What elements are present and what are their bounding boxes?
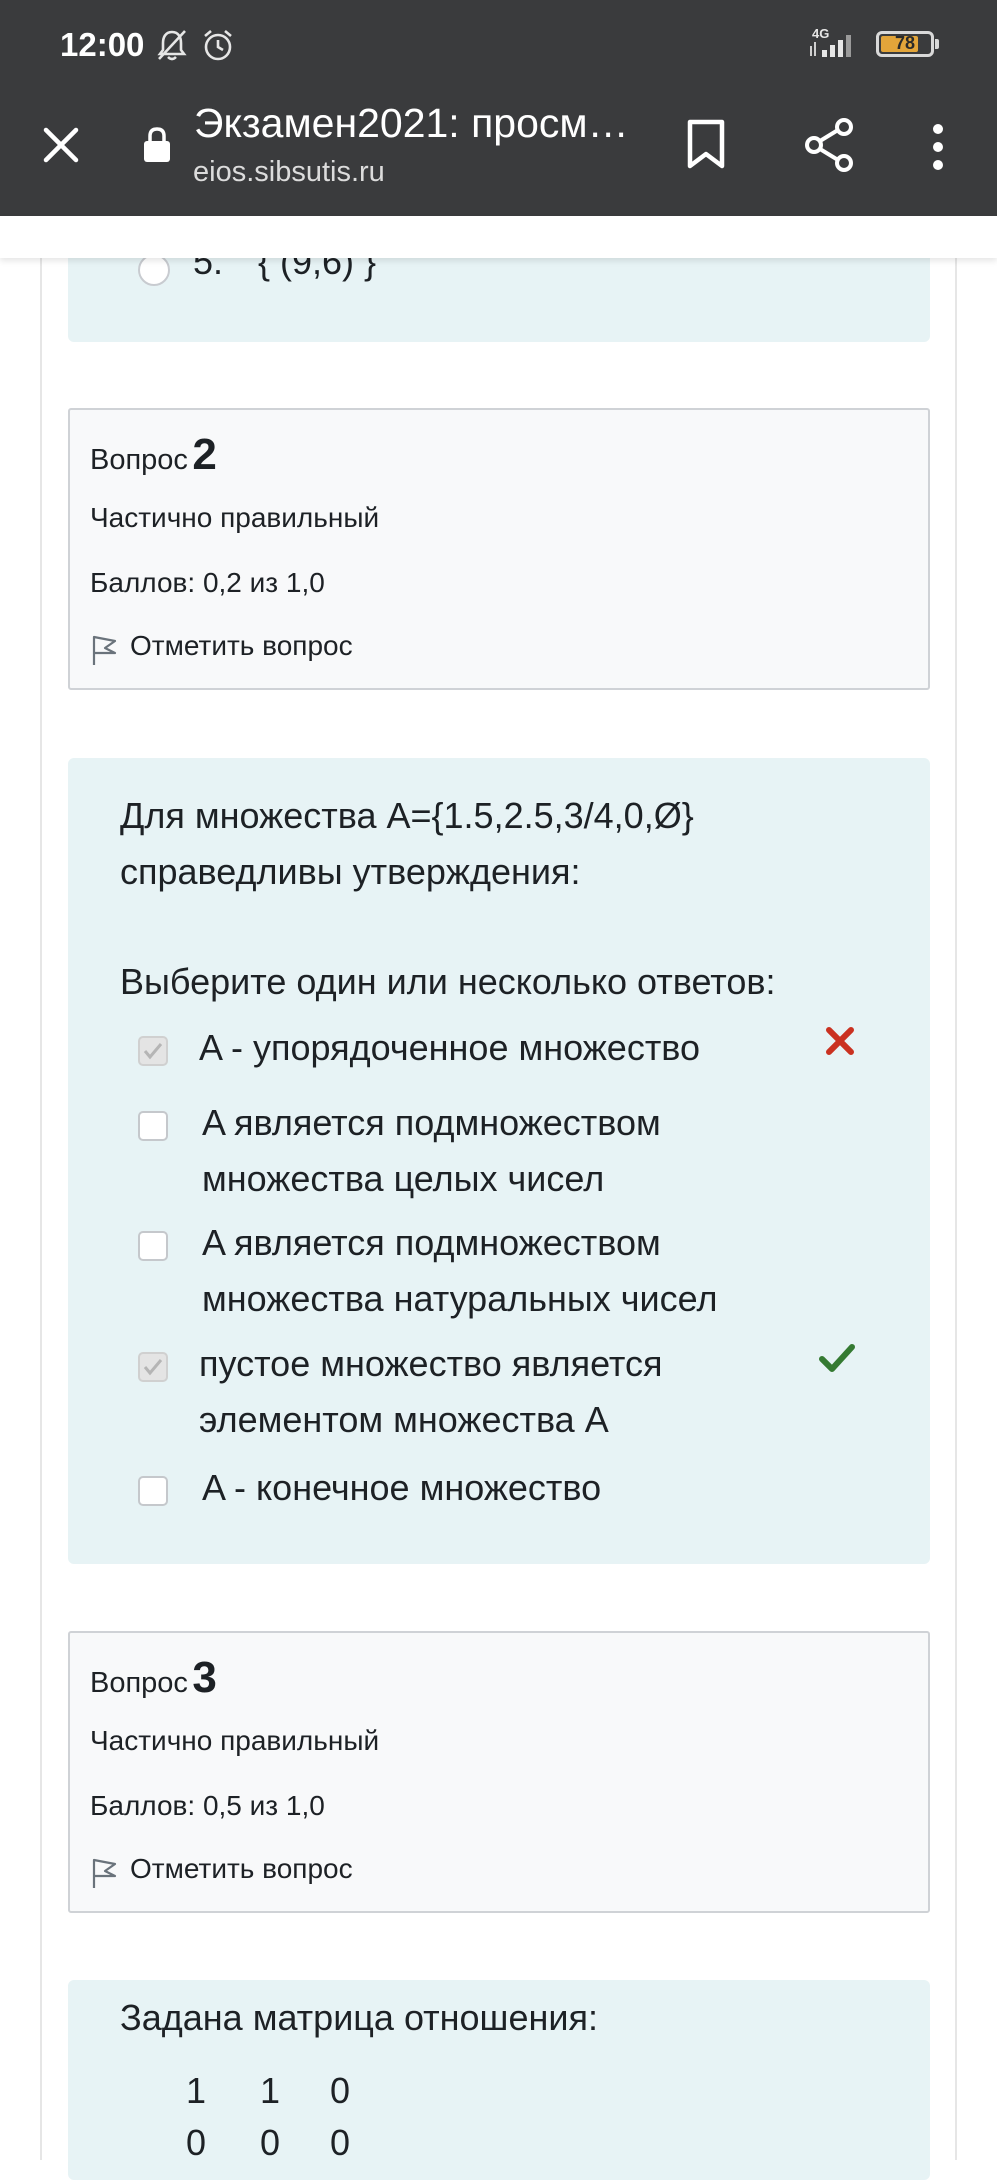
question-state: Частично правильный	[90, 502, 380, 533]
toolbar-shadow	[0, 216, 997, 258]
question-number-value: 2	[192, 430, 217, 479]
answer-checkbox[interactable]	[138, 1111, 168, 1141]
matrix-cell: 0	[330, 2122, 351, 2163]
matrix-cell: 0	[260, 2122, 281, 2163]
battery-percent: 78	[894, 33, 916, 53]
answer-3-text-line2: множества натуральных чисел	[202, 1278, 718, 1319]
answer-radio[interactable]	[138, 254, 170, 286]
answer-checkbox[interactable]	[138, 1036, 168, 1066]
battery-icon: 78	[876, 31, 934, 57]
signal-icon	[810, 35, 851, 57]
matrix-cell: 1	[186, 2070, 207, 2111]
answer-checkbox[interactable]	[138, 1231, 168, 1261]
matrix-cell: 0	[330, 2070, 351, 2111]
question-state: Частично правильный	[90, 1725, 380, 1756]
question-number-value: 3	[192, 1653, 217, 1702]
answer-5-text: A - конечное множество	[202, 1467, 602, 1508]
question-text: Задана матрица отношения:	[120, 1997, 598, 2038]
more-vert-icon[interactable]	[928, 122, 948, 172]
question-label: Вопрос	[90, 444, 188, 476]
flag-icon	[92, 635, 117, 665]
question-text-line2: справедливы утверждения:	[120, 851, 581, 892]
answer-4-text-line2: элементом множества A	[199, 1399, 609, 1440]
answer-3-text-line1: A является подмножеством	[202, 1222, 661, 1263]
bookmark-icon[interactable]	[686, 118, 726, 170]
page-title: Экзамен2021: просм…	[194, 100, 629, 146]
question-number: Вопрос 3	[90, 1653, 217, 1703]
question-label: Вопрос	[90, 1667, 188, 1699]
answer-1-text: A - упорядоченное множество	[199, 1027, 701, 1068]
answer-checkbox[interactable]	[138, 1352, 168, 1382]
flag-question-label: Отметить вопрос	[130, 630, 353, 661]
answer-2-text-line1: A является подмножеством	[202, 1102, 661, 1143]
page-url[interactable]: eios.sibsutis.ru	[193, 156, 385, 189]
matrix-cell: 1	[260, 2070, 281, 2111]
alarm-icon	[204, 30, 232, 61]
page-border-right	[955, 216, 957, 2160]
cross-icon	[826, 1027, 854, 1055]
answer-checkbox[interactable]	[138, 1476, 168, 1506]
question-3-info: Вопрос 3 Частично правильный Баллов: 0,5…	[68, 1631, 930, 1913]
page-border-left	[40, 216, 42, 2160]
close-icon[interactable]	[42, 126, 80, 164]
flag-icon	[92, 1858, 117, 1888]
question-2-info: Вопрос 2 Частично правильный Баллов: 0,2…	[68, 408, 930, 690]
status-time: 12:00	[60, 26, 145, 63]
share-icon[interactable]	[804, 118, 854, 172]
matrix-cell: 0	[186, 2122, 207, 2163]
question-3-content: Задана матрица отношения: 1 1 0 0 0 0	[68, 1980, 930, 2180]
question-text-line1: Для множества A={1.5,2.5,3/4,0,Ø}	[120, 795, 694, 836]
answer-2-text-line2: множества целых чисел	[202, 1158, 605, 1199]
lock-icon[interactable]	[142, 126, 172, 164]
question-number: Вопрос 2	[90, 430, 217, 480]
answer-4-text-line1: пустое множество является	[199, 1343, 663, 1384]
battery-tip	[935, 39, 939, 49]
check-icon	[819, 1344, 855, 1372]
checkmark-icon	[143, 1043, 163, 1060]
answer-prompt: Выберите один или несколько ответов:	[120, 961, 776, 1002]
flag-question-label: Отметить вопрос	[130, 1853, 353, 1884]
question-grade: Баллов: 0,2 из 1,0	[90, 567, 325, 598]
bell-off-icon	[157, 30, 187, 61]
question-2-content: Для множества A={1.5,2.5,3/4,0,Ø} справе…	[68, 758, 930, 1564]
checkmark-icon	[143, 1359, 163, 1376]
question-grade: Баллов: 0,5 из 1,0	[90, 1790, 325, 1821]
browser-toolbar: 12:00 4G 78 Экзамен2021: просм… eios.sib…	[0, 0, 997, 216]
